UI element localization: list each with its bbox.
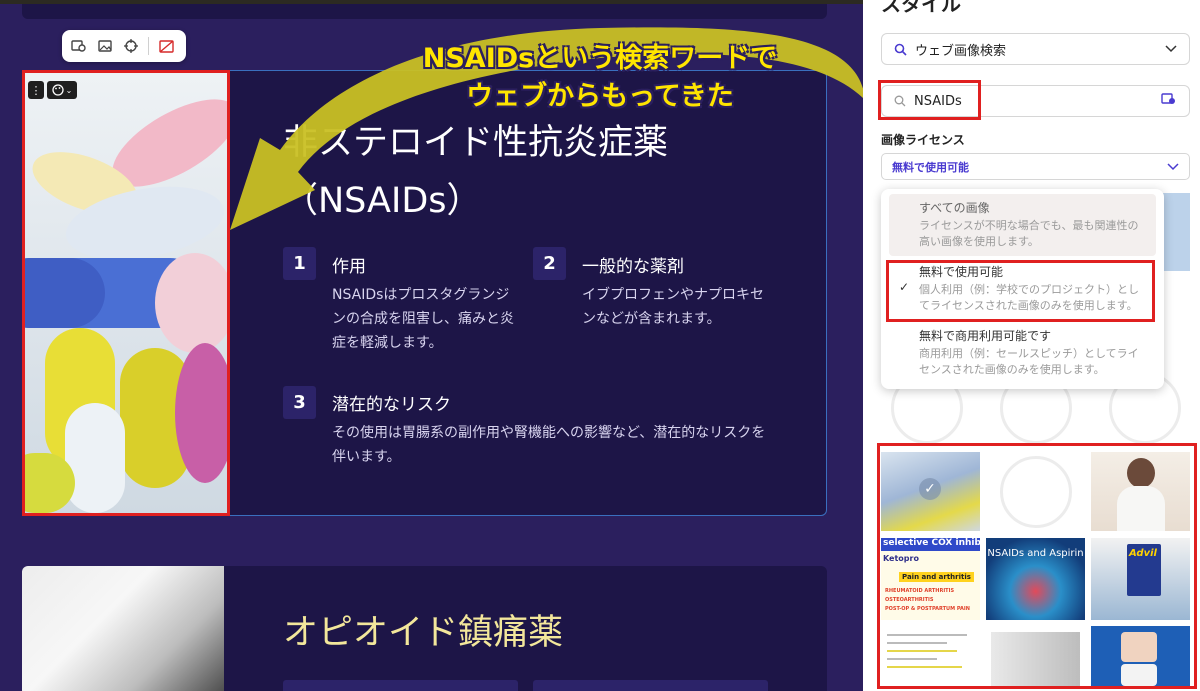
image-icon[interactable]	[94, 35, 116, 57]
highlight-search	[878, 80, 981, 120]
next-card-item	[533, 680, 768, 691]
item-title[interactable]: 潜在的なリスク	[332, 390, 451, 415]
item-body[interactable]: イブプロフェンやナプロキセンなどが含まれます。	[582, 283, 772, 331]
item-number: 2	[533, 247, 566, 280]
license-selected-value: 無料で使用可能	[892, 160, 969, 174]
highlight-license-option	[886, 260, 1155, 322]
annotation-callout: NSAIDsという検索ワードで ウェブからもってきた	[395, 40, 805, 116]
highlight-results	[877, 443, 1197, 689]
callout-line-1: NSAIDsという検索ワードで	[422, 43, 778, 74]
option-title: 無料で商用利用可能です	[919, 329, 1052, 343]
next-card-item	[283, 680, 518, 691]
card-image[interactable]	[22, 566, 224, 691]
image-controls: ⋮ ⌄	[28, 81, 77, 99]
image-toolbar	[62, 30, 186, 62]
option-title: すべての画像	[919, 201, 990, 215]
remove-image-icon[interactable]	[155, 35, 177, 57]
slide-heading[interactable]: 非ステロイド性抗炎症薬 （NSAIDs）	[283, 114, 803, 230]
callout-line-2: ウェブからもってきた	[466, 81, 734, 112]
toolbar-divider	[148, 37, 149, 55]
panel-title: スタイル	[881, 0, 961, 16]
item-body[interactable]: NSAIDsはプロスタグランジンの合成を阻害し、痛みと炎症を軽減します。	[332, 283, 522, 355]
license-select[interactable]: 無料で使用可能	[881, 153, 1190, 180]
focus-point-icon[interactable]	[120, 35, 142, 57]
chevron-down-icon	[1167, 162, 1179, 170]
more-options-icon[interactable]: ⋮	[28, 81, 44, 99]
license-option-commercial[interactable]: 無料で商用利用可能です 商用利用（例：セールスピッチ）としてライセンスされた画像…	[889, 322, 1156, 384]
license-option-all[interactable]: すべての画像 ライセンスが不明な場合でも、最も関連性の高い画像を使用します。	[889, 194, 1156, 256]
option-description: ライセンスが不明な場合でも、最も関連性の高い画像を使用します。	[919, 219, 1139, 248]
image-search-icon[interactable]	[1161, 92, 1177, 110]
heading-line-2: （NSAIDs）	[283, 181, 482, 221]
image-source-select[interactable]: ウェブ画像検索	[881, 33, 1190, 65]
item-number: 1	[283, 247, 316, 280]
search-icon	[894, 43, 907, 56]
heading-line-1: 非ステロイド性抗炎症薬	[283, 123, 669, 163]
image-source-label: ウェブ画像検索	[915, 43, 1007, 59]
slide-canvas: ⋮ ⌄ 非ステロイド性抗炎症薬 （NSAIDs） 1 作用 NSAIDsはプロス…	[0, 0, 863, 691]
next-card-heading[interactable]: オピオイド鎮痛薬	[283, 604, 563, 655]
palette-icon[interactable]: ⌄	[47, 81, 77, 99]
pills-photo	[25, 73, 227, 513]
item-number: 3	[283, 386, 316, 419]
item-body[interactable]: その使用は胃腸系の副作用や腎機能への影響など、潜在的なリスクを伴います。	[332, 421, 772, 469]
option-description: 商用利用（例：セールスピッチ）としてライセンスされた画像のみを使用します。	[919, 347, 1139, 376]
selected-image[interactable]	[22, 70, 230, 516]
item-title[interactable]: 一般的な薬剤	[582, 252, 684, 277]
image-search-icon[interactable]	[68, 35, 90, 57]
chevron-down-icon	[1165, 45, 1177, 53]
license-label: 画像ライセンス	[881, 133, 965, 147]
item-title[interactable]: 作用	[332, 252, 366, 277]
